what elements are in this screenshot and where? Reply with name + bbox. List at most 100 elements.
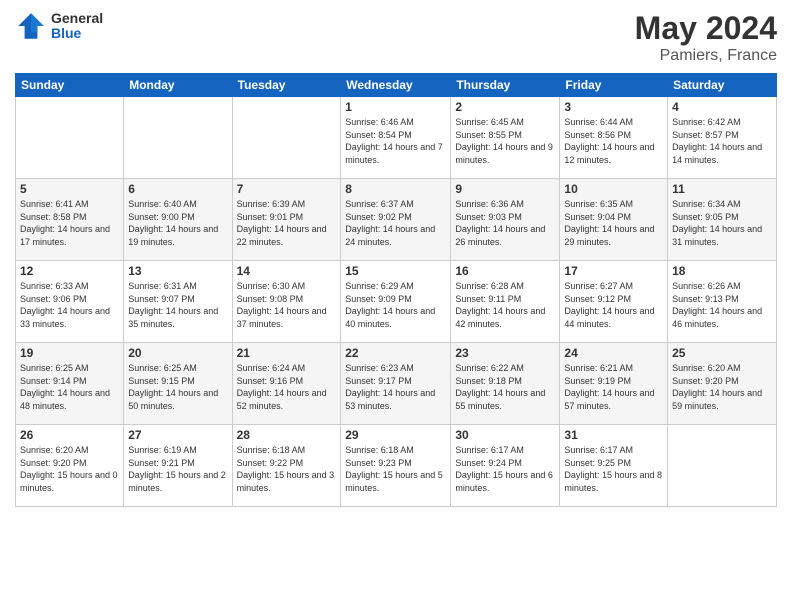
calendar-header-saturday: Saturday xyxy=(668,74,777,97)
calendar-cell: 17 Sunrise: 6:27 AMSunset: 9:12 PMDayligh… xyxy=(560,261,668,343)
day-number: 26 xyxy=(20,428,119,442)
cell-info: Sunrise: 6:29 AMSunset: 9:09 PMDaylight:… xyxy=(345,280,446,330)
calendar-week-5: 26 Sunrise: 6:20 AMSunset: 9:20 PMDayligh… xyxy=(16,425,777,507)
cell-info: Sunrise: 6:23 AMSunset: 9:17 PMDaylight:… xyxy=(345,362,446,412)
calendar-cell: 2Sunrise: 6:45 AMSunset: 8:55 PMDaylight… xyxy=(451,97,560,179)
calendar-week-3: 12 Sunrise: 6:33 AMSunset: 9:06 PMDayligh… xyxy=(16,261,777,343)
day-number: 14 xyxy=(237,264,337,278)
day-number: 20 xyxy=(128,346,227,360)
cell-info: Sunrise: 6:33 AMSunset: 9:06 PMDaylight:… xyxy=(20,280,119,330)
calendar-cell: 30 Sunrise: 6:17 AMSunset: 9:24 PMDayligh… xyxy=(451,425,560,507)
calendar-cell: 18Sunrise: 6:26 AMSunset: 9:13 PMDayligh… xyxy=(668,261,777,343)
calendar-cell: 24Sunrise: 6:21 AMSunset: 9:19 PMDayligh… xyxy=(560,343,668,425)
day-number: 1 xyxy=(345,100,446,114)
page: General Blue May 2024 Pamiers, France Su… xyxy=(0,0,792,612)
cell-info: Sunrise: 6:30 AMSunset: 9:08 PMDaylight:… xyxy=(237,280,337,330)
day-number: 27 xyxy=(128,428,227,442)
location: Pamiers, France xyxy=(635,47,777,65)
calendar-cell: 26 Sunrise: 6:20 AMSunset: 9:20 PMDayligh… xyxy=(16,425,124,507)
cell-info: Sunrise: 6:35 AMSunset: 9:04 PMDaylight:… xyxy=(564,198,663,248)
day-number: 9 xyxy=(455,182,555,196)
day-number: 19 xyxy=(20,346,119,360)
day-number: 3 xyxy=(564,100,663,114)
calendar-cell xyxy=(124,97,232,179)
calendar-cell: 15 Sunrise: 6:29 AMSunset: 9:09 PMDayligh… xyxy=(341,261,451,343)
calendar-cell: 19 Sunrise: 6:25 AMSunset: 9:14 PMDayligh… xyxy=(16,343,124,425)
calendar-cell: 6 Sunrise: 6:40 AMSunset: 9:00 PMDaylight… xyxy=(124,179,232,261)
day-number: 7 xyxy=(237,182,337,196)
cell-info: Sunrise: 6:18 AMSunset: 9:23 PMDaylight:… xyxy=(345,444,446,494)
calendar-cell: 4 Sunrise: 6:42 AMSunset: 8:57 PMDaylight… xyxy=(668,97,777,179)
cell-info: Sunrise: 6:37 AMSunset: 9:02 PMDaylight:… xyxy=(345,198,446,248)
cell-info: Sunrise: 6:25 AMSunset: 9:14 PMDaylight:… xyxy=(20,362,119,412)
calendar-header-row: SundayMondayTuesdayWednesdayThursdayFrid… xyxy=(16,74,777,97)
day-number: 22 xyxy=(345,346,446,360)
cell-info: Sunrise: 6:24 AMSunset: 9:16 PMDaylight:… xyxy=(237,362,337,412)
logo-blue: Blue xyxy=(51,26,103,41)
day-number: 13 xyxy=(128,264,227,278)
day-number: 6 xyxy=(128,182,227,196)
calendar-cell xyxy=(668,425,777,507)
day-number: 17 xyxy=(564,264,663,278)
calendar-header-thursday: Thursday xyxy=(451,74,560,97)
calendar-cell: 20 Sunrise: 6:25 AMSunset: 9:15 PMDayligh… xyxy=(124,343,232,425)
calendar-cell: 21 Sunrise: 6:24 AMSunset: 9:16 PMDayligh… xyxy=(232,343,341,425)
calendar-cell: 22 Sunrise: 6:23 AMSunset: 9:17 PMDayligh… xyxy=(341,343,451,425)
calendar: SundayMondayTuesdayWednesdayThursdayFrid… xyxy=(15,73,777,507)
day-number: 4 xyxy=(672,100,772,114)
calendar-cell xyxy=(232,97,341,179)
calendar-cell: 23 Sunrise: 6:22 AMSunset: 9:18 PMDayligh… xyxy=(451,343,560,425)
day-number: 23 xyxy=(455,346,555,360)
cell-info: Sunrise: 6:28 AMSunset: 9:11 PMDaylight:… xyxy=(455,280,555,330)
day-number: 31 xyxy=(564,428,663,442)
cell-info: Sunrise: 6:31 AMSunset: 9:07 PMDaylight:… xyxy=(128,280,227,330)
calendar-cell: 27 Sunrise: 6:19 AMSunset: 9:21 PMDayligh… xyxy=(124,425,232,507)
calendar-cell: 3Sunrise: 6:44 AMSunset: 8:56 PMDaylight… xyxy=(560,97,668,179)
calendar-cell: 12 Sunrise: 6:33 AMSunset: 9:06 PMDayligh… xyxy=(16,261,124,343)
logo-general: General xyxy=(51,11,103,26)
cell-info: Sunrise: 6:25 AMSunset: 9:15 PMDaylight:… xyxy=(128,362,227,412)
day-number: 21 xyxy=(237,346,337,360)
calendar-week-1: 1 Sunrise: 6:46 AMSunset: 8:54 PMDaylight… xyxy=(16,97,777,179)
calendar-cell: 13 Sunrise: 6:31 AMSunset: 9:07 PMDayligh… xyxy=(124,261,232,343)
day-number: 18 xyxy=(672,264,772,278)
calendar-cell: 8 Sunrise: 6:37 AMSunset: 9:02 PMDaylight… xyxy=(341,179,451,261)
day-number: 29 xyxy=(345,428,446,442)
title-block: May 2024 Pamiers, France xyxy=(635,10,777,65)
cell-info: Sunrise: 6:27 AMSunset: 9:12 PMDaylight:… xyxy=(564,280,663,330)
cell-info: Sunrise: 6:20 AMSunset: 9:20 PMDaylight:… xyxy=(672,362,772,412)
cell-info: Sunrise: 6:46 AMSunset: 8:54 PMDaylight:… xyxy=(345,116,446,166)
day-number: 28 xyxy=(237,428,337,442)
cell-info: Sunrise: 6:34 AMSunset: 9:05 PMDaylight:… xyxy=(672,198,772,248)
day-number: 8 xyxy=(345,182,446,196)
day-number: 10 xyxy=(564,182,663,196)
cell-info: Sunrise: 6:40 AMSunset: 9:00 PMDaylight:… xyxy=(128,198,227,248)
header: General Blue May 2024 Pamiers, France xyxy=(15,10,777,65)
day-number: 11 xyxy=(672,182,772,196)
cell-info: Sunrise: 6:19 AMSunset: 9:21 PMDaylight:… xyxy=(128,444,227,494)
calendar-cell: 28Sunrise: 6:18 AMSunset: 9:22 PMDayligh… xyxy=(232,425,341,507)
cell-info: Sunrise: 6:42 AMSunset: 8:57 PMDaylight:… xyxy=(672,116,772,166)
day-number: 5 xyxy=(20,182,119,196)
calendar-cell: 5Sunrise: 6:41 AMSunset: 8:58 PMDaylight… xyxy=(16,179,124,261)
cell-info: Sunrise: 6:22 AMSunset: 9:18 PMDaylight:… xyxy=(455,362,555,412)
cell-info: Sunrise: 6:20 AMSunset: 9:20 PMDaylight:… xyxy=(20,444,119,494)
cell-info: Sunrise: 6:36 AMSunset: 9:03 PMDaylight:… xyxy=(455,198,555,248)
day-number: 16 xyxy=(455,264,555,278)
day-number: 30 xyxy=(455,428,555,442)
calendar-header-tuesday: Tuesday xyxy=(232,74,341,97)
logo-text: General Blue xyxy=(51,11,103,42)
calendar-header-friday: Friday xyxy=(560,74,668,97)
day-number: 12 xyxy=(20,264,119,278)
calendar-week-2: 5Sunrise: 6:41 AMSunset: 8:58 PMDaylight… xyxy=(16,179,777,261)
calendar-header-monday: Monday xyxy=(124,74,232,97)
cell-info: Sunrise: 6:17 AMSunset: 9:24 PMDaylight:… xyxy=(455,444,555,494)
month-title: May 2024 xyxy=(635,10,777,47)
calendar-cell: 11 Sunrise: 6:34 AMSunset: 9:05 PMDayligh… xyxy=(668,179,777,261)
logo-icon xyxy=(15,10,47,42)
calendar-week-4: 19 Sunrise: 6:25 AMSunset: 9:14 PMDayligh… xyxy=(16,343,777,425)
logo: General Blue xyxy=(15,10,103,42)
day-number: 15 xyxy=(345,264,446,278)
cell-info: Sunrise: 6:21 AMSunset: 9:19 PMDaylight:… xyxy=(564,362,663,412)
day-number: 25 xyxy=(672,346,772,360)
